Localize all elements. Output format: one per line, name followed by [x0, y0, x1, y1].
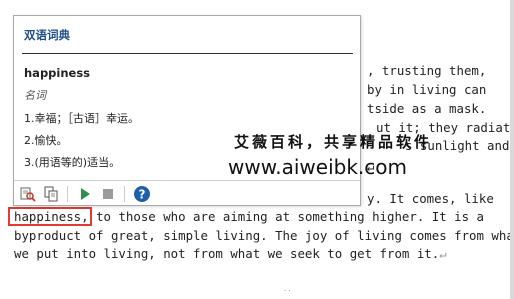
play-icon[interactable] — [75, 185, 94, 204]
watermark-chinese-text: 艾薇百科，共享精品软件 — [234, 133, 433, 151]
word-selection-box — [8, 207, 92, 226]
toolbar-separator — [67, 186, 68, 202]
help-icon[interactable]: ? — [132, 185, 151, 204]
doc-fragment-line-6: y. It comes, like — [367, 191, 494, 206]
doc-fragment-line-1: , trusting them, — [367, 63, 487, 78]
definition-2: 2.愉快。 — [24, 134, 68, 147]
svg-text:?: ? — [138, 188, 145, 202]
toolbar-separator — [124, 186, 125, 202]
doc-line-7-rest: to those who are aiming at something hig… — [88, 209, 484, 224]
stop-icon[interactable] — [98, 185, 117, 204]
pilcrow-mark: ↵ — [439, 246, 447, 261]
definition-1: 1.幸福；［古语］幸运。 — [24, 112, 139, 125]
popup-title: 双语词典 — [24, 28, 70, 42]
toolbar-divider — [14, 180, 360, 181]
copy-icon[interactable] — [41, 185, 60, 204]
dictionary-search-icon[interactable] — [18, 185, 37, 204]
doc-fragment-line-2: by in living can — [367, 82, 487, 97]
watermark-url-text: www.aiweibk.com — [228, 155, 407, 179]
doc-line-9: we put into living, not from what we see… — [14, 245, 447, 263]
popup-divider-line — [22, 53, 353, 54]
doc-fragment-line-3: tside as a mask. — [367, 101, 487, 116]
definition-3: 3.(用语等的)适当。 — [24, 156, 121, 169]
doc-line-8: byproduct of great, simple living. The j… — [14, 228, 514, 243]
bottom-marks: · · — [284, 287, 291, 295]
doc-line-9-text: we put into living, not from what we see… — [14, 246, 440, 261]
popup-toolbar: ? — [18, 184, 151, 204]
headword: happiness — [24, 66, 91, 80]
scrollbar-track[interactable] — [510, 0, 514, 299]
part-of-speech: 名词 — [24, 89, 46, 102]
